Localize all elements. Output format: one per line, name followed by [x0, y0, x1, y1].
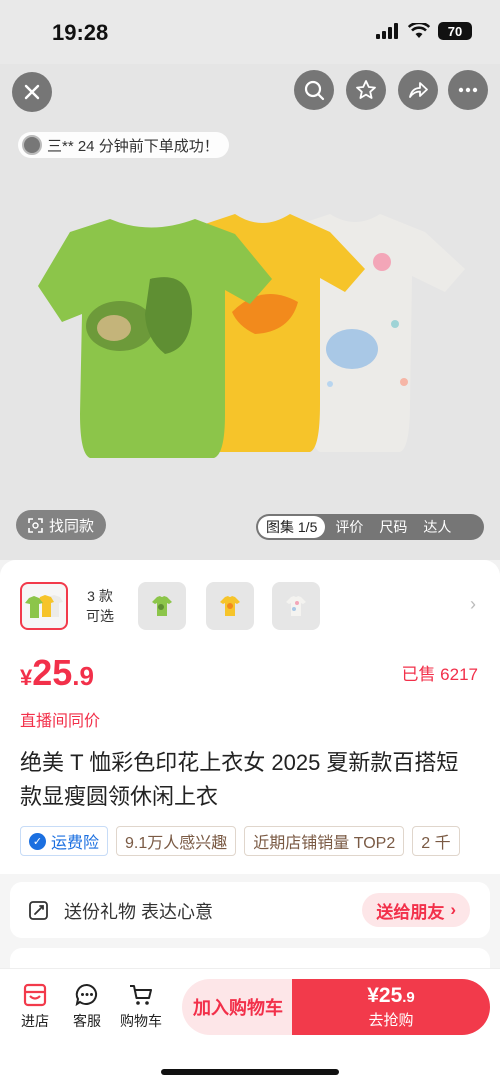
- buy-now-button[interactable]: ¥25.9 去抢购: [292, 979, 490, 1035]
- send-to-friend-button[interactable]: 送给朋友 ›: [362, 893, 470, 927]
- search-button[interactable]: [294, 70, 334, 110]
- share-icon: [409, 82, 428, 98]
- shield-check-icon: ✓: [29, 832, 46, 850]
- customer-service-label: 客服: [73, 1013, 101, 1029]
- more-button[interactable]: [448, 70, 488, 110]
- price-decimal: .9: [72, 661, 94, 691]
- order-notice-text: 三** 24 分钟前下单成功！: [47, 137, 219, 155]
- avatar: [22, 135, 42, 155]
- send-to-friend-label: 送给朋友: [376, 902, 445, 922]
- gift-text: 送份礼物 表达心意: [64, 902, 214, 922]
- shipping-insurance-label: 运费险: [51, 835, 100, 852]
- status-icons: 70: [376, 22, 472, 40]
- more-icon: [458, 87, 478, 93]
- live-same-price-label: 直播间同价: [20, 713, 101, 730]
- tab-creators[interactable]: 达人: [413, 517, 461, 537]
- shop-label: 进店: [21, 1013, 49, 1029]
- yellow-tee-image: [220, 596, 240, 616]
- variant-selector: 3 款 可选 ›: [0, 560, 500, 652]
- variant-thumb-green[interactable]: [138, 582, 186, 630]
- variant-thumb-all[interactable]: [20, 582, 68, 630]
- product-info: 3 款 可选 › ¥25.9 已售 6217 直播间同价 绝美 T 恤彩色印花上…: [0, 560, 500, 874]
- buy-now-label: 去抢购: [368, 1012, 414, 1029]
- find-same-button[interactable]: 找同款: [16, 510, 107, 540]
- signal-icon: [376, 23, 398, 39]
- share-button[interactable]: [398, 70, 438, 110]
- variant-thumb-white[interactable]: [272, 582, 320, 630]
- scan-icon: [28, 517, 43, 533]
- product-title: 绝美 T 恤彩色印花上衣女 2025 夏新款百搭短款显瘦圆领休闲上衣: [20, 750, 459, 809]
- price-row: ¥25.9 已售 6217: [0, 652, 500, 702]
- variant-thumb-yellow[interactable]: [206, 582, 254, 630]
- buy-price-integer: ¥25: [367, 984, 403, 1007]
- tab-reviews[interactable]: 评价: [325, 517, 373, 537]
- price-integer: 25: [32, 652, 73, 693]
- close-icon: [24, 84, 40, 100]
- product-gallery[interactable]: 三** 24 分钟前下单成功！ 找同款 图集 1/5 评价 尺码 达人: [0, 64, 500, 560]
- shipping-insurance-tag[interactable]: ✓ 运费险: [20, 826, 109, 856]
- tab-gallery[interactable]: 图集 1/5: [258, 516, 326, 538]
- status-time: 19:28: [52, 20, 109, 45]
- sales-rank-tag: 近期店铺销量 TOP2: [244, 826, 405, 856]
- white-tee-image: [286, 596, 306, 616]
- green-tee-image: [152, 596, 172, 616]
- variant-count-line2: 可选: [86, 608, 114, 624]
- variant-count-line1: 3 款: [87, 588, 113, 604]
- buy-price-decimal: .9: [402, 989, 415, 1006]
- extra-tag: 2 千: [412, 826, 460, 856]
- variant-count: 3 款 可选: [86, 586, 114, 626]
- chat-icon: [75, 983, 98, 1007]
- wifi-icon: [408, 23, 430, 38]
- tag-row: ✓ 运费险 9.1万人感兴趣 近期店铺销量 TOP2 2 千: [0, 814, 500, 874]
- sold-count: 已售 6217: [401, 665, 478, 684]
- status-bar: 19:28 70: [0, 0, 500, 64]
- star-icon: [356, 80, 376, 99]
- chevron-right-icon: ›: [450, 900, 456, 919]
- price: ¥25.9: [20, 652, 94, 694]
- favorite-button[interactable]: [346, 70, 386, 110]
- cart-button[interactable]: 购物车: [116, 983, 166, 1031]
- tab-size[interactable]: 尺码: [373, 517, 413, 537]
- shop-icon: [23, 983, 47, 1007]
- home-indicator: [161, 1069, 339, 1075]
- order-notice: 三** 24 分钟前下单成功！: [18, 132, 229, 158]
- chevron-right-icon[interactable]: ›: [470, 594, 476, 615]
- cart-icon: [130, 985, 152, 1005]
- battery-indicator: 70: [438, 22, 472, 40]
- bottom-action-bar: 进店 客服 购物车 加入购物车 ¥25.9 去抢购: [0, 968, 500, 1082]
- price-currency: ¥: [20, 665, 33, 690]
- cart-label: 购物车: [120, 1013, 162, 1029]
- customer-service-button[interactable]: 客服: [64, 983, 110, 1031]
- variant-all-image: [25, 595, 63, 618]
- shop-button[interactable]: 进店: [12, 983, 58, 1031]
- gallery-tabs: 图集 1/5 评价 尺码 达人: [256, 514, 484, 540]
- gift-card[interactable]: 送份礼物 表达心意 送给朋友 ›: [10, 882, 490, 938]
- close-button[interactable]: [12, 72, 52, 112]
- find-same-label: 找同款: [49, 517, 95, 535]
- buy-price: ¥25.9: [367, 984, 415, 1008]
- add-to-cart-button[interactable]: 加入购物车: [182, 979, 294, 1035]
- interest-tag: 9.1万人感兴趣: [116, 826, 237, 856]
- gift-edit-icon: [29, 901, 48, 920]
- search-icon: [304, 80, 325, 101]
